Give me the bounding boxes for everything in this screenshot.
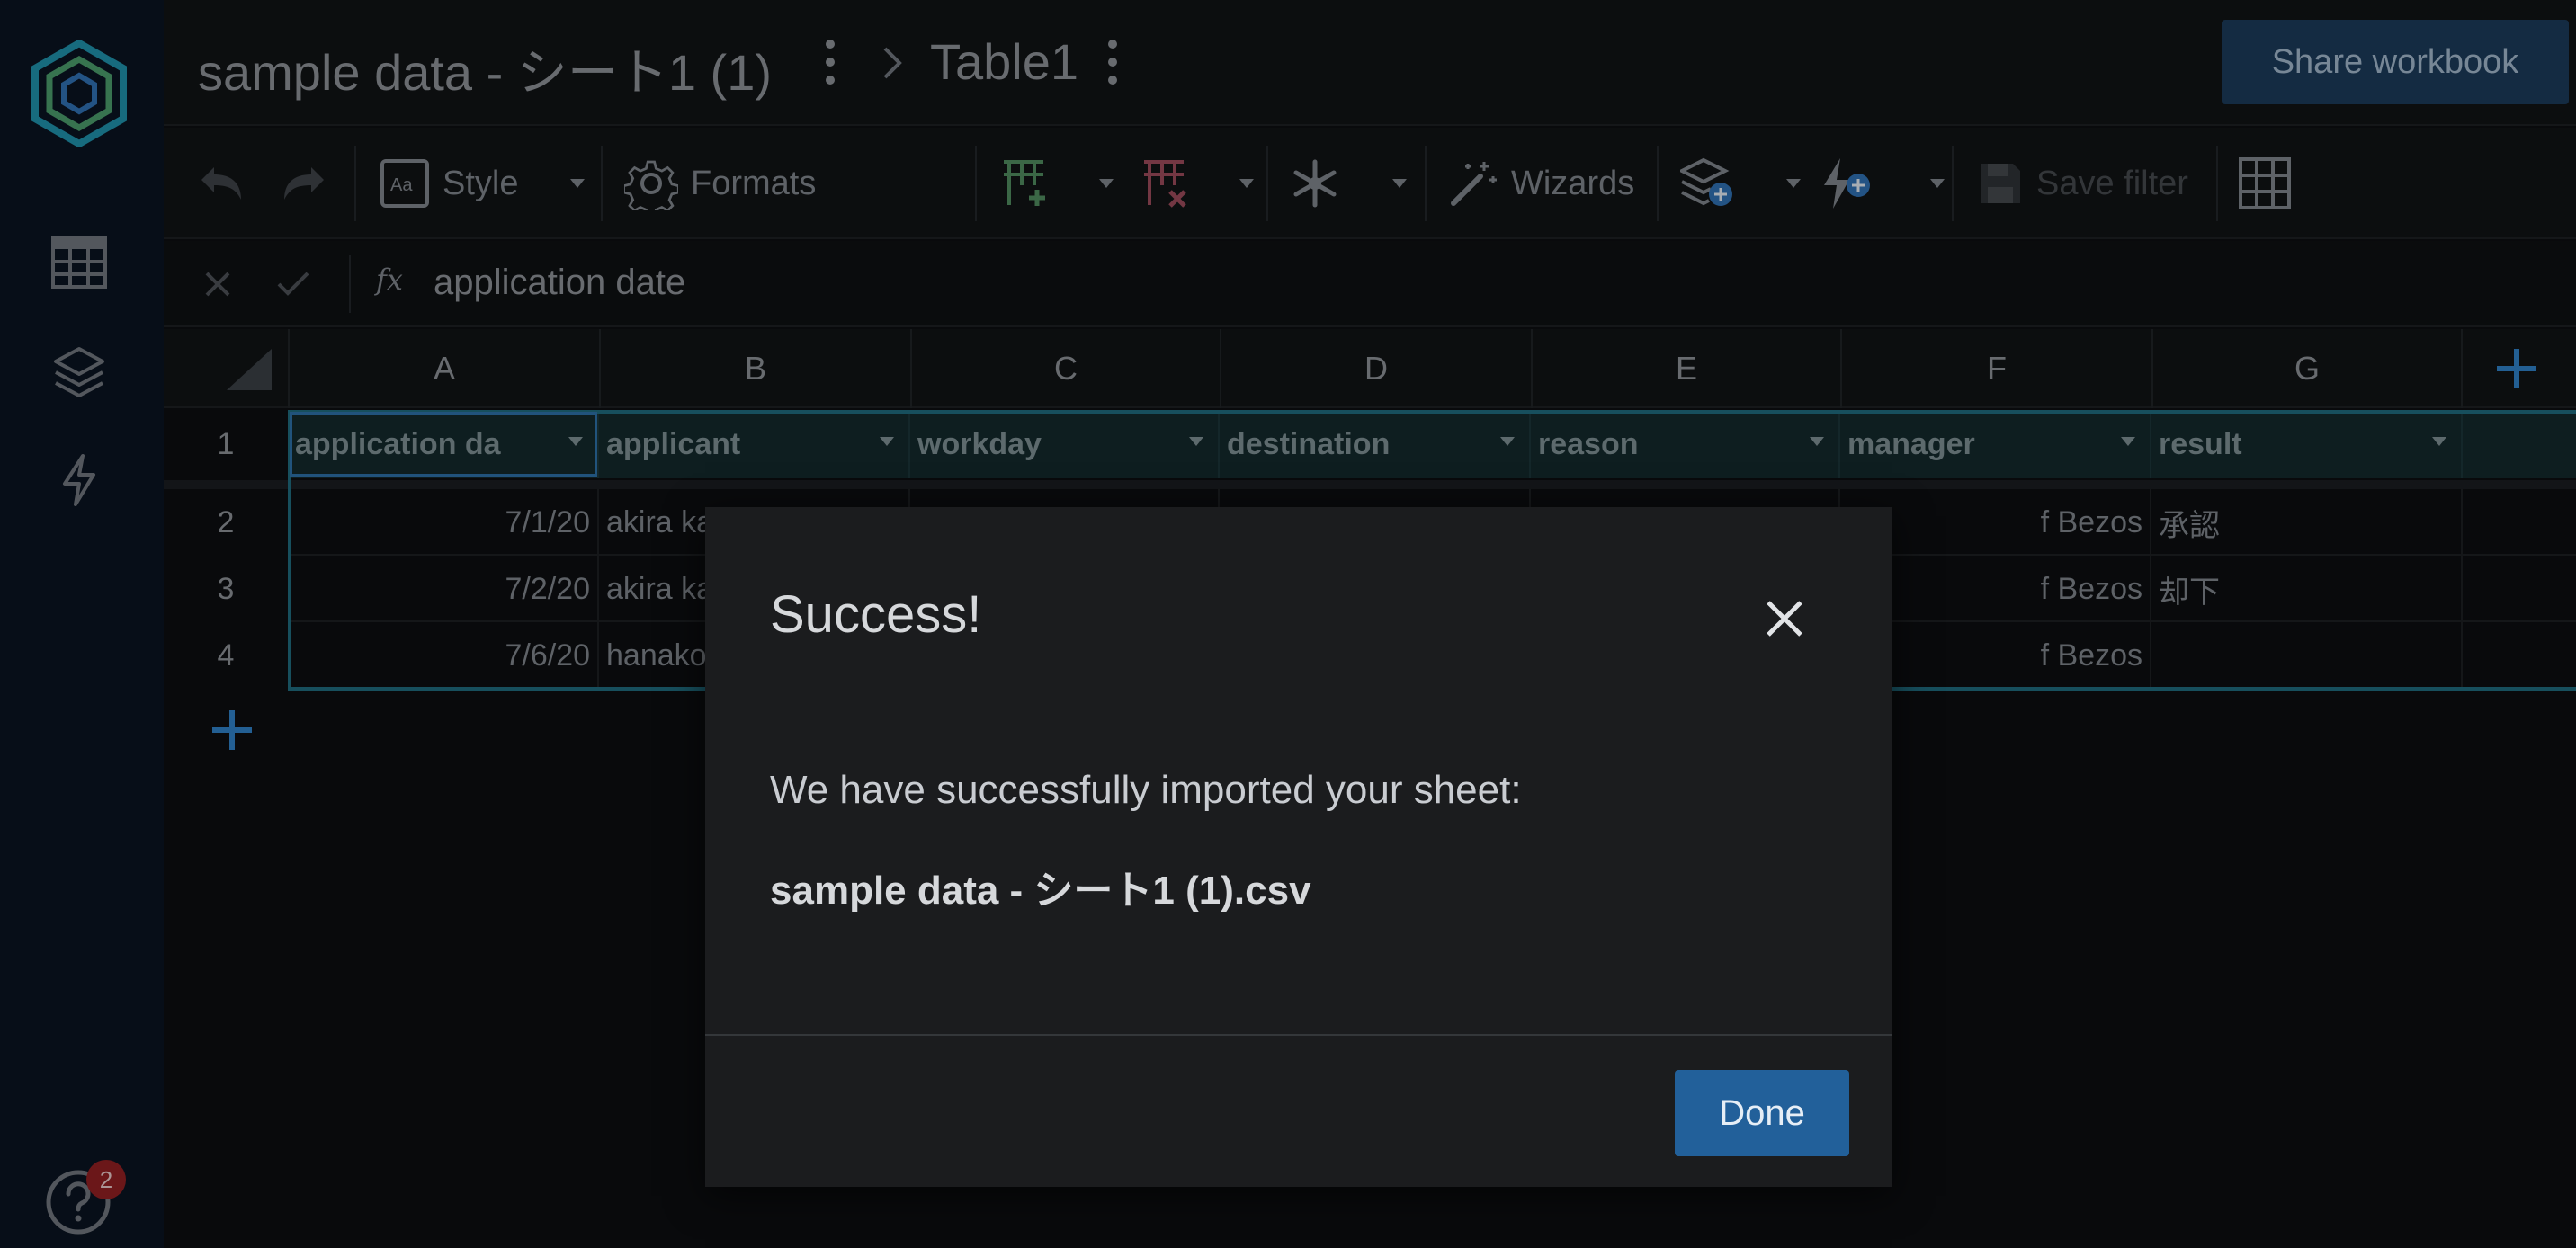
dialog-title: Success!: [770, 585, 982, 644]
dialog-divider: [705, 1034, 1892, 1036]
import-success-dialog: Success! We have successfully imported y…: [705, 507, 1892, 1187]
close-icon[interactable]: [1759, 593, 1810, 644]
app-root: 2 sample data - シート1 (1) Table1 Share wo…: [0, 0, 2576, 1248]
done-button[interactable]: Done: [1675, 1070, 1849, 1156]
imported-filename: sample data - シート1 (1).csv: [770, 869, 1311, 913]
dialog-message: We have successfully imported your sheet…: [770, 768, 1522, 812]
